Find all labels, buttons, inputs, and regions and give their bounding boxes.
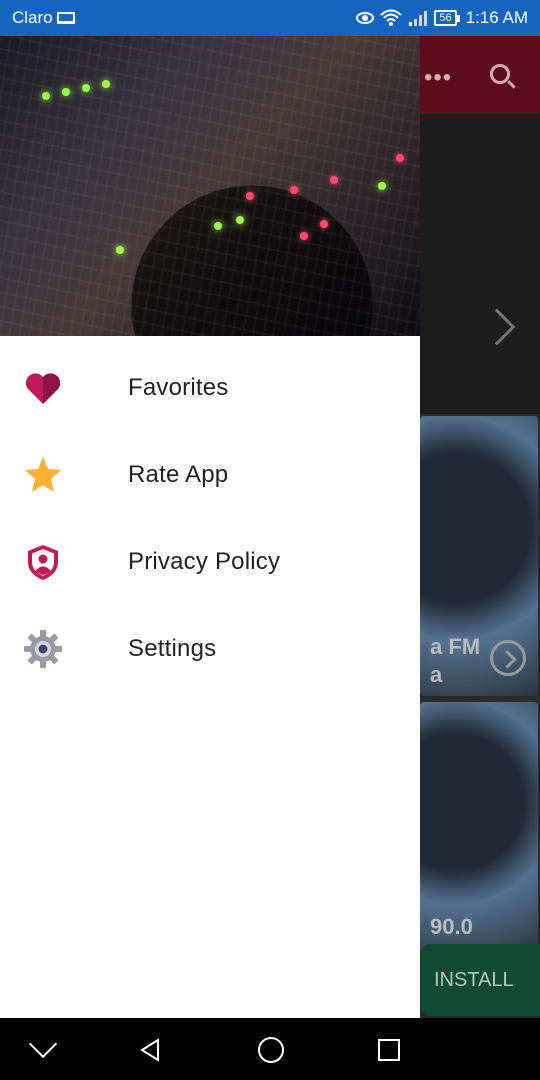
carrier-label: Claro	[12, 8, 53, 27]
recent-apps-icon[interactable]	[378, 1039, 400, 1061]
battery-icon: 56	[434, 10, 460, 26]
menu-item-settings[interactable]: Settings	[0, 605, 420, 692]
menu-item-label: Favorites	[128, 373, 229, 401]
laptop-icon	[56, 12, 75, 24]
star-icon	[25, 457, 61, 492]
menu-item-rate-app[interactable]: Rate App	[0, 431, 420, 518]
clock: 1:16 AM	[465, 8, 528, 27]
home-icon[interactable]	[258, 1037, 284, 1063]
wifi-icon	[380, 9, 403, 26]
chevron-down-icon[interactable]	[28, 1029, 58, 1059]
slider-next-icon[interactable]	[478, 308, 516, 346]
menu-item-label: Settings	[128, 634, 217, 662]
station-frequency: 90.0	[430, 914, 473, 939]
back-icon[interactable]	[138, 1038, 162, 1062]
drawer-menu: Favorites Rate App Privacy Policy Settin…	[0, 336, 420, 692]
system-nav-bar	[0, 1018, 540, 1080]
menu-item-label: Privacy Policy	[128, 547, 281, 575]
station-card[interactable]: 90.0	[420, 702, 538, 952]
menu-item-privacy-policy[interactable]: Privacy Policy	[0, 518, 420, 605]
overflow-menu-icon[interactable]: •••	[424, 64, 452, 92]
navigation-drawer: Favorites Rate App Privacy Policy Settin…	[0, 36, 420, 1018]
play-arrow-icon[interactable]	[490, 640, 526, 676]
search-icon[interactable]	[490, 64, 510, 84]
menu-item-favorites[interactable]: Favorites	[0, 344, 420, 431]
gear-icon	[24, 630, 62, 668]
status-bar: Claro 56 1:16 AM	[0, 0, 540, 36]
station-name: a FM	[430, 634, 481, 659]
station-subtitle: a	[430, 662, 443, 687]
drawer-header-image	[0, 36, 420, 336]
heart-icon	[25, 373, 61, 404]
signal-icon	[409, 11, 428, 26]
station-card[interactable]: a FM a	[420, 416, 538, 696]
menu-item-label: Rate App	[128, 460, 229, 488]
install-button[interactable]: INSTALL	[420, 944, 540, 1016]
eye-icon	[356, 12, 375, 24]
shield-icon	[28, 545, 58, 580]
